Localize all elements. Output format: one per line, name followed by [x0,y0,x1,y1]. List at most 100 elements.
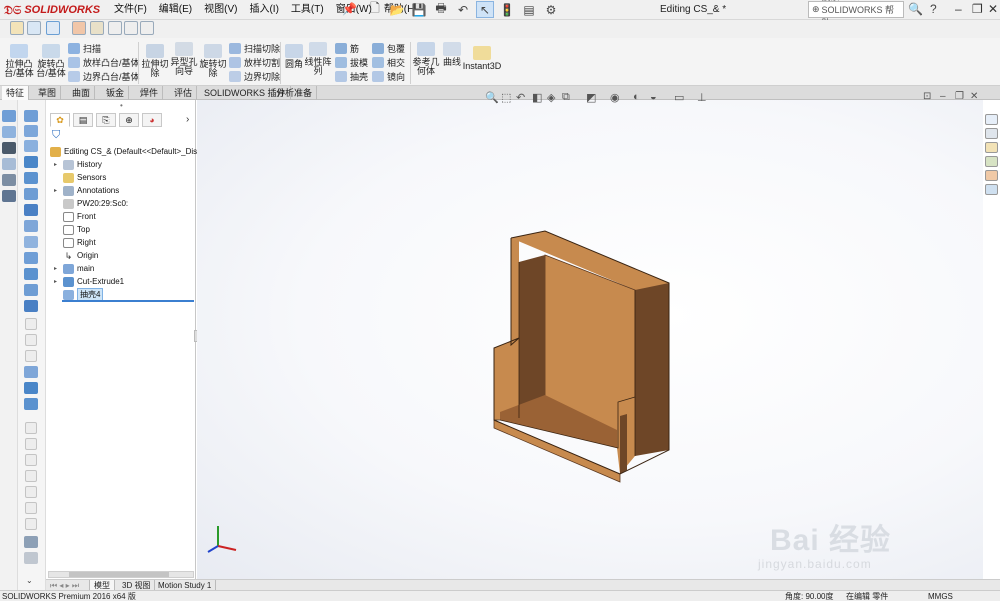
rollback-bar[interactable] [62,300,194,302]
tab-sheet-metal[interactable]: 钣金 [102,86,130,100]
reference-geometry-button[interactable]: 参考几 何体 [413,42,440,76]
intersect-button[interactable]: 相交 [372,56,405,69]
dynamic-annotation-icon[interactable]: ◈ [547,91,555,104]
relation-icon[interactable] [2,174,16,186]
reference-plane-icon[interactable] [24,366,38,378]
zoom-area-icon[interactable]: ⬚ [501,91,511,104]
property-manager-tab-icon[interactable]: ▤ [73,113,93,127]
tree-item-annotations[interactable]: ▸ Annotations [54,184,119,197]
curve-icon[interactable] [24,398,38,410]
sweep-button[interactable]: 扫描 [68,42,101,55]
solidworks-logo[interactable]: 𝔇𝔖 SOLIDWORKS [4,2,100,18]
expand-arrow-icon[interactable]: ▸ [54,278,60,285]
cut-icon[interactable] [24,156,38,168]
viewport-minimize-icon[interactable]: – [940,91,946,102]
open-icon[interactable]: 📂 [388,1,406,18]
tree-item-sensors[interactable]: Sensors [54,171,106,184]
tab-surfaces[interactable]: 曲面 [68,86,96,100]
viewport-close-icon[interactable]: ✕ [970,91,978,102]
appearances-icon[interactable] [985,184,998,195]
extrude-boss-button[interactable]: 拉伸凸 台/基体 [4,44,34,78]
rib-button[interactable]: 筋 [335,42,359,55]
menu-tools[interactable]: 工具(T) [285,3,330,17]
new-document-icon[interactable]: 🗋 [366,1,384,18]
coordinate-icon[interactable] [24,382,38,394]
view-palette-icon[interactable] [985,170,998,181]
status-units[interactable]: MMGS [928,591,953,602]
panel-collapse-dot[interactable]: • [120,101,123,110]
extrude-icon[interactable] [24,110,38,122]
triad-icon[interactable]: ⊥ [697,91,707,104]
tab-evaluate[interactable]: 评估 [170,86,198,100]
configuration-manager-tab-icon[interactable]: ⎘ [96,113,116,127]
minimize-icon[interactable]: – [955,2,962,16]
menu-file[interactable]: 文件(F) [108,3,153,17]
draft-icon[interactable] [24,236,38,248]
layout-icon[interactable] [140,21,154,35]
line-icon[interactable] [2,126,16,138]
feature-manager-tab-icon[interactable]: ✿ [50,113,70,127]
tree-item-front[interactable]: Front [54,210,96,223]
draft-button[interactable]: 拔模 [335,56,368,69]
expand-arrow-icon[interactable]: ▸ [54,187,60,194]
wrap-button[interactable]: 包覆 [372,42,405,55]
close-icon[interactable]: ✕ [988,2,998,16]
tile-icon[interactable]: ⊡ [923,91,931,102]
display-style-icon[interactable]: ◩ [586,91,596,104]
mirror-icon[interactable] [24,284,38,296]
menu-edit[interactable]: 编辑(E) [153,3,198,17]
instant3d-button[interactable]: Instant3D [463,46,501,71]
sketch-icon[interactable] [27,21,41,35]
expand-chevron-icon[interactable]: ⌄ [26,576,33,585]
hole-icon[interactable] [24,252,38,264]
swept-cut-button[interactable]: 扫描切除 [229,42,280,55]
mass-properties-icon[interactable] [24,552,38,564]
mirror-button[interactable]: 镜向 [372,70,405,83]
shell-button[interactable]: 抽壳 [335,70,368,83]
tree-item-right[interactable]: Right [54,236,96,249]
revolved-cut-button[interactable]: 旋转切 除 [200,44,227,78]
tree-root[interactable]: Editing CS_& (Default<<Default>_Dis [50,145,197,158]
tree-horizontal-scrollbar[interactable] [48,571,194,578]
view-orientation-icon[interactable]: ⧉ [562,91,570,104]
hole-wizard-button[interactable]: 异型孔 向导 [170,42,198,76]
save-icon[interactable]: 💾 [410,1,428,18]
rebuild-icon[interactable]: 🚦 [498,1,516,18]
tree-item-material[interactable]: PW20:29:Sc0: [54,197,128,210]
select-pointer-icon[interactable]: ↖ [476,1,494,18]
tab-sketch[interactable]: 草图 [34,86,62,100]
hide-show-icon[interactable]: ◉ [610,91,620,104]
select-icon[interactable] [46,21,60,35]
shell-icon[interactable] [24,220,38,232]
copy-icon[interactable] [108,21,122,35]
boundary-cut-button[interactable]: 边界切除 [229,70,280,83]
tree-item-origin[interactable]: ↳ Origin [54,249,99,262]
curves-button[interactable]: 曲线 [441,42,463,67]
restore-icon[interactable]: ❐ [972,2,983,16]
section-view-icon[interactable]: ◧ [532,91,542,104]
lofted-cut-button[interactable]: 放样切割 [229,56,280,69]
panel-expand-arrow-icon[interactable]: › [186,114,189,125]
pin-icon[interactable]: 📌 [342,2,357,16]
edit-appearance-icon[interactable]: ◐ [633,91,640,103]
view-settings-icon[interactable]: ▭ [674,91,684,104]
menu-insert[interactable]: 插入(I) [243,3,284,17]
tree-item-main[interactable]: ▸ main [54,262,94,275]
appearance-icon[interactable] [72,21,86,35]
previous-view-icon[interactable]: ↶ [516,91,525,104]
search-icon[interactable]: 🔍 [908,2,923,16]
resources-icon[interactable] [985,128,998,139]
expand-arrow-icon[interactable]: ▸ [54,265,60,272]
tab-features[interactable]: 特征 [2,86,30,100]
fillet-button[interactable]: 圆角 [283,44,305,69]
print-icon[interactable]: 🖶 [432,1,450,18]
tree-item-history[interactable]: ▸ History [54,158,102,171]
point-icon[interactable] [2,142,16,154]
expand-arrow-icon[interactable]: ▸ [54,161,60,168]
tools-list-icon[interactable] [90,21,104,35]
scrollbar-thumb[interactable] [69,572,169,577]
dome-icon[interactable] [24,300,38,312]
chamfer-icon[interactable] [24,188,38,200]
measure-icon[interactable] [24,536,38,548]
tree-item-top[interactable]: Top [54,223,90,236]
